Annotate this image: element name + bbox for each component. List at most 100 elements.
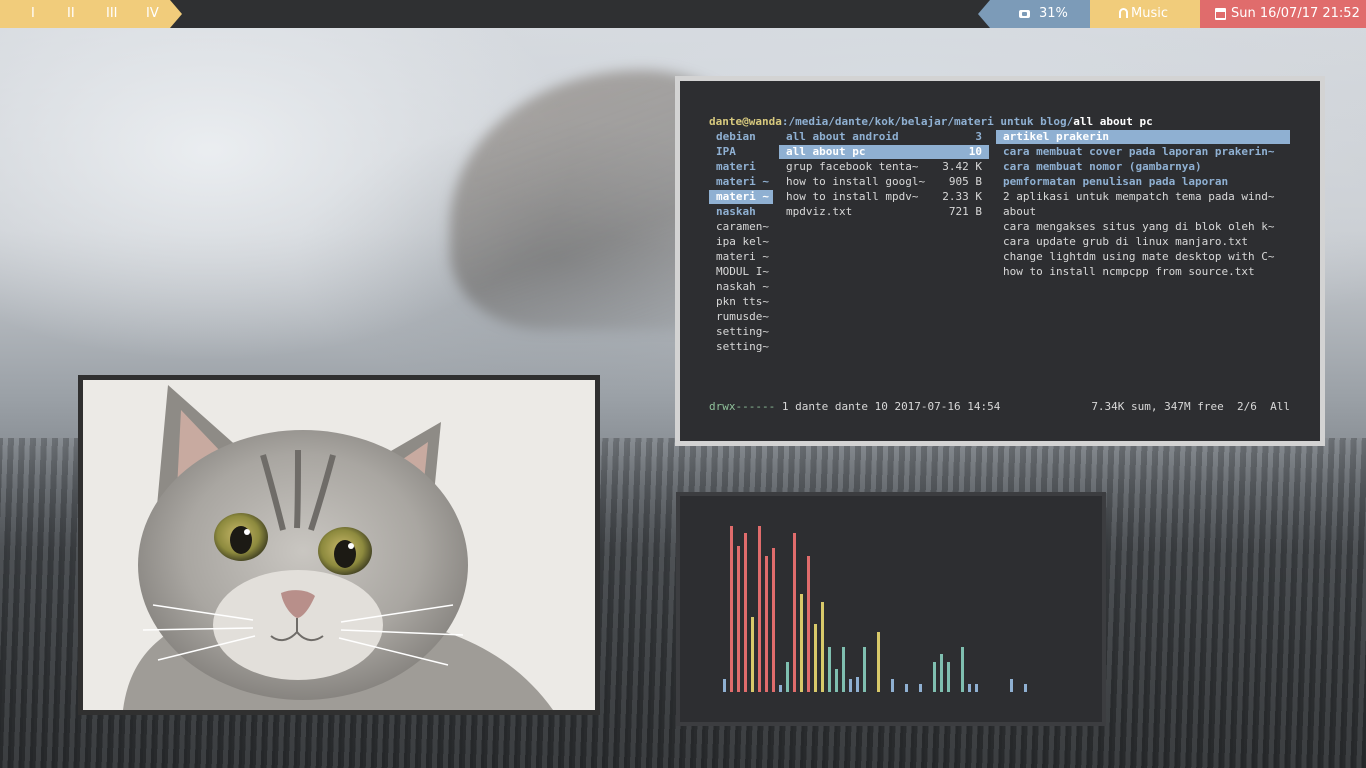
parent-entry[interactable]: materi ~: [709, 250, 773, 264]
preview-entry-name: pemformatan penulisan pada laporan: [1003, 175, 1229, 188]
image-viewer-window[interactable]: [78, 375, 600, 715]
parent-entry-name: naskah: [716, 205, 756, 218]
visualizer-bar: [891, 679, 894, 692]
current-entry[interactable]: how to install mpdv~ 2.33 K: [779, 190, 989, 204]
current-entry-name: grup facebook tenta~: [786, 160, 919, 173]
visualizer-bar: [821, 602, 824, 692]
visualizer-bar: [877, 632, 880, 692]
headphones-icon: [1119, 8, 1128, 18]
current-entry[interactable]: all about android 3: [779, 130, 989, 144]
parent-entry[interactable]: caramen~: [709, 220, 773, 234]
parent-entry-name: materi ~: [716, 250, 769, 263]
preview-entry[interactable]: change lightdm using mate desktop with C…: [996, 250, 1290, 264]
parent-entry-name: materi ~: [716, 175, 769, 188]
audio-visualizer-window[interactable]: [676, 492, 1106, 726]
parent-entry-name: pkn tts~: [716, 295, 769, 308]
visualizer-bar: [737, 546, 740, 692]
workspace-arrow: [170, 0, 182, 28]
visualizer-bar: [744, 533, 747, 692]
parent-entry[interactable]: ipa kel~: [709, 235, 773, 249]
workspace-3[interactable]: III: [106, 0, 118, 28]
terminal-window[interactable]: dante@wanda:/media/dante/kok/belajar/mat…: [675, 76, 1325, 446]
current-entry[interactable]: mpdviz.txt 721 B: [779, 205, 989, 219]
preview-entry[interactable]: cara update grub di linux manjaro.txt: [996, 235, 1290, 249]
parent-entry[interactable]: setting~: [709, 340, 773, 354]
workspace-2[interactable]: II: [67, 0, 75, 28]
preview-entry-name: cara membuat cover pada laporan prakerin…: [1003, 145, 1275, 158]
parent-entry-name: IPA: [716, 145, 736, 158]
parent-entry-name: rumusde~: [716, 310, 769, 323]
visualizer-bar: [947, 662, 950, 692]
battery-arrow: [978, 0, 990, 28]
visualizer-bar: [863, 647, 866, 692]
visualizer-bar: [856, 677, 859, 692]
preview-entry[interactable]: how to install ncmpcpp from source.txt: [996, 265, 1290, 279]
status-info: 1 dante dante 10 2017-07-16 14:54: [775, 400, 1001, 413]
parent-entry[interactable]: materi ~: [709, 190, 773, 204]
visualizer-bar: [786, 662, 789, 692]
visualizer-bar: [849, 679, 852, 692]
preview-entry[interactable]: artikel prakerin: [996, 130, 1290, 144]
workspace-1[interactable]: I: [31, 0, 35, 28]
preview-entry[interactable]: 2 aplikasi untuk mempatch tema pada wind…: [996, 190, 1290, 204]
ranger-prompt: dante@wanda:/media/dante/kok/belajar/mat…: [709, 115, 1153, 129]
visualizer-bar: [919, 684, 922, 692]
preview-entry[interactable]: cara membuat cover pada laporan prakerin…: [996, 145, 1290, 159]
preview-entry[interactable]: about: [996, 205, 1290, 219]
visualizer-bar: [842, 647, 845, 692]
parent-entry-name: MODUL I~: [716, 265, 769, 278]
calendar-icon: [1215, 8, 1226, 20]
visualizer-bar: [814, 624, 817, 692]
parent-entry-name: naskah ~: [716, 280, 769, 293]
current-entry[interactable]: all about pc 10: [779, 145, 989, 159]
ranger-status: drwx------ 1 dante dante 10 2017-07-16 1…: [709, 400, 1000, 414]
parent-entry[interactable]: pkn tts~: [709, 295, 773, 309]
preview-entry[interactable]: cara mengakses situs yang di blok oleh k…: [996, 220, 1290, 234]
music-widget[interactable]: Music: [1090, 0, 1200, 28]
prompt-current-dir: all about pc: [1073, 115, 1153, 128]
visualizer-bar: [793, 533, 796, 692]
parent-entry[interactable]: materi ~: [709, 175, 773, 189]
prompt-path: :/media/dante/kok/belajar/materi untuk b…: [781, 115, 1074, 128]
kitten-image: [83, 380, 595, 710]
visualizer-bar: [933, 662, 936, 692]
parent-entry[interactable]: debian: [709, 130, 773, 144]
battery-icon: [1019, 10, 1030, 18]
preview-entry[interactable]: pemformatan penulisan pada laporan: [996, 175, 1290, 189]
visualizer-bar: [765, 556, 768, 692]
preview-entry[interactable]: cara membuat nomor (gambarnya): [996, 160, 1290, 174]
parent-entry[interactable]: rumusde~: [709, 310, 773, 324]
current-entry-size: 905 B: [948, 175, 982, 188]
current-entry-name: how to install googl~: [786, 175, 926, 188]
parent-entry[interactable]: naskah ~: [709, 280, 773, 294]
current-entry[interactable]: grup facebook tenta~ 3.42 K: [779, 160, 989, 174]
parent-entry-name: caramen~: [716, 220, 769, 233]
visualizer-bar: [751, 617, 754, 692]
battery-level: 31%: [1039, 6, 1068, 21]
visualizer-bar: [723, 679, 726, 692]
current-entry-name: mpdviz.txt: [786, 205, 853, 218]
visualizer-bar: [961, 647, 964, 692]
visualizer-bar: [975, 684, 978, 692]
parent-entry[interactable]: materi: [709, 160, 773, 174]
visualizer-bar: [1010, 679, 1013, 692]
parent-entry[interactable]: MODUL I~: [709, 265, 773, 279]
status-permissions: drwx------: [709, 400, 776, 413]
visualizer-bars: [723, 526, 1027, 692]
workspace-4[interactable]: IV: [146, 0, 159, 28]
parent-entry[interactable]: naskah: [709, 205, 773, 219]
parent-entry-name: materi: [716, 160, 756, 173]
visualizer-bar: [835, 669, 838, 692]
current-entry-size: 10: [968, 145, 982, 158]
parent-entry[interactable]: setting~: [709, 325, 773, 339]
parent-entry[interactable]: IPA: [709, 145, 773, 159]
parent-entry-name: debian: [716, 130, 756, 143]
current-entry[interactable]: how to install googl~ 905 B: [779, 175, 989, 189]
prompt-user: dante@wanda: [709, 115, 782, 128]
preview-entry-name: 2 aplikasi untuk mempatch tema pada wind…: [1003, 190, 1275, 203]
clock-widget[interactable]: Sun 16/07/17 21:52: [1200, 0, 1366, 28]
kitten-illustration: [83, 380, 595, 710]
current-entry-size: 721 B: [948, 205, 982, 218]
battery-widget[interactable]: 31%: [990, 0, 1090, 28]
visualizer-bar: [779, 685, 782, 692]
